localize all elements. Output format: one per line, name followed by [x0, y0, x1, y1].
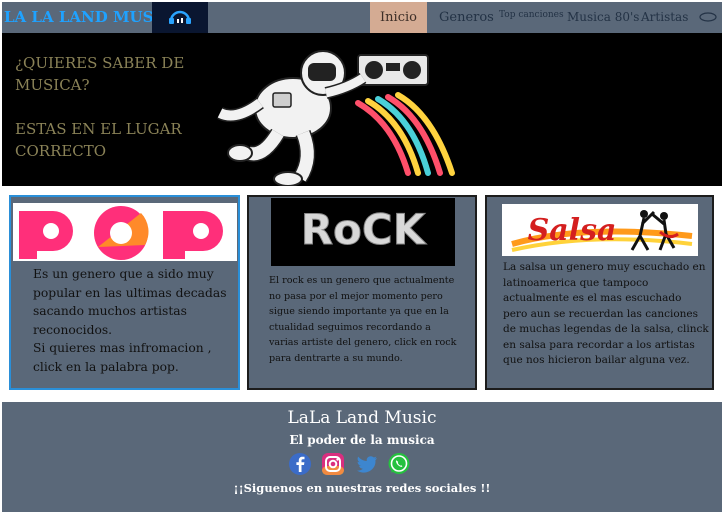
pop-text-2: Si quieres mas infromacion , click en la… [33, 341, 212, 374]
headphones-logo[interactable] [152, 2, 208, 33]
hero-text: ¿QUIERES SABER DE MUSICA? ESTAS EN EL LU… [15, 52, 215, 162]
pop-text-1: Es un genero que a sido muy popular en l… [33, 267, 227, 337]
footer-follow-text: ¡¡Siguenos en nuestras redes sociales !! [233, 481, 491, 495]
genre-card-salsa[interactable]: Salsa La salsa un genero muy escuchado e… [485, 195, 714, 390]
facebook-icon[interactable] [288, 452, 312, 476]
top-navbar: LA LA LAND MUSIC Inicio Generos Top canc… [2, 2, 722, 33]
rock-logo-image[interactable]: RoCK [271, 198, 455, 266]
pop-description: Es un genero que a sido muy popular en l… [33, 265, 233, 376]
footer-subtitle: El poder de la musica [289, 433, 435, 447]
salsa-logo-image[interactable]: Salsa [502, 204, 698, 256]
genre-card-rock[interactable]: RoCK El rock es un genero que actualment… [247, 195, 477, 390]
whatsapp-icon[interactable] [387, 452, 411, 476]
instagram-icon[interactable] [321, 452, 345, 476]
nav-musica-80s[interactable]: Musica 80's [567, 2, 639, 33]
site-brand[interactable]: LA LA LAND MUSIC [2, 2, 172, 33]
nav-artistas[interactable]: Artistas [641, 2, 688, 33]
search-icon[interactable] [699, 12, 719, 22]
nav-generos[interactable]: Generos [439, 2, 494, 33]
genre-card-pop[interactable]: Es un genero que a sido muy popular en l… [9, 195, 240, 390]
rock-description: El rock es un genero que actualmente no … [269, 275, 457, 364]
salsa-logo-text: Salsa [528, 213, 617, 248]
pop-logo-image[interactable] [13, 203, 237, 261]
hero-answer: ESTAS EN EL LUGAR CORRECTO [15, 120, 182, 160]
twitter-icon[interactable] [355, 452, 379, 476]
social-links [2, 452, 722, 478]
footer-title: LaLa Land Music [287, 408, 437, 428]
headphones-icon [169, 10, 191, 24]
hero-banner: ¿QUIERES SABER DE MUSICA? ESTAS EN EL LU… [2, 33, 722, 186]
salsa-description: La salsa un genero muy escuchado en lati… [503, 261, 709, 366]
site-footer: LaLa Land Music El poder de la musica ¡¡… [2, 402, 722, 512]
hero-question: ¿QUIERES SABER DE MUSICA? [15, 54, 185, 94]
nav-top-canciones[interactable]: Top canciones [499, 2, 564, 33]
rock-logo-text: RoCK [301, 205, 427, 254]
nav-inicio[interactable]: Inicio [370, 2, 427, 33]
astronaut-boombox-illustration [217, 50, 455, 186]
